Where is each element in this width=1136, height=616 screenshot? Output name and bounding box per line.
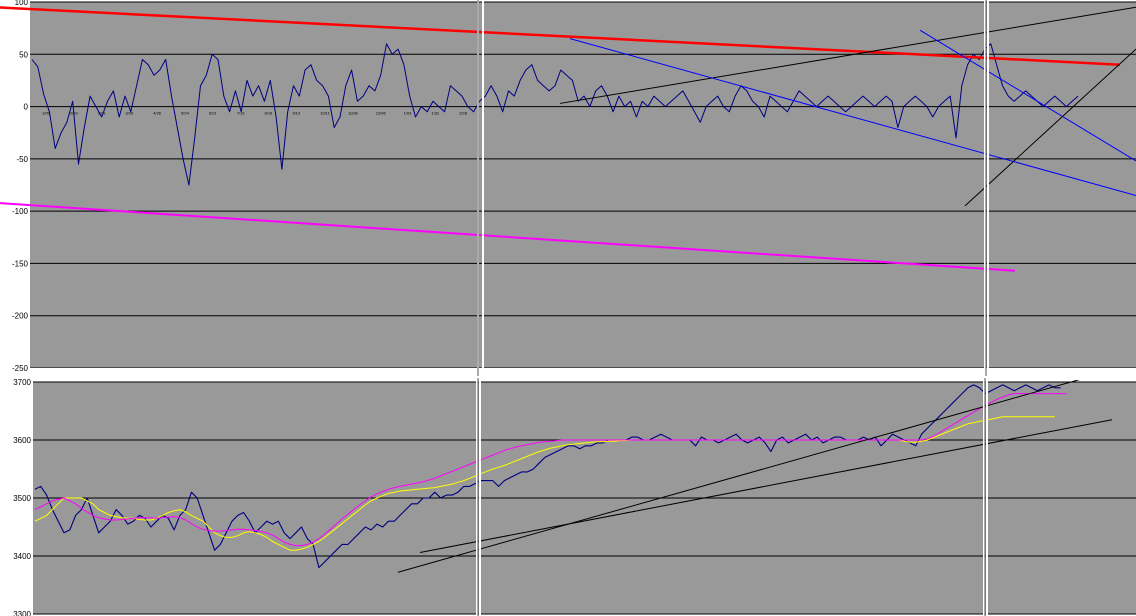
y-tick-label: 3700 [13, 378, 31, 387]
x-tick-label: 5/24 [181, 111, 190, 116]
x-tick-label: 8/16 [265, 111, 274, 116]
x-tick-label: 1/31 [431, 111, 440, 116]
x-tick-label: 10/11 [320, 111, 330, 116]
x-tick-label: 1/03 [404, 111, 413, 116]
y-tick-label: 3500 [13, 494, 31, 503]
chart-canvas: 100500-50-100-150-200-2501/05 2/03 3/01 3/2… [0, 0, 1136, 616]
panel-gap [30, 368, 1136, 380]
y-tick-label: -100 [12, 207, 29, 216]
x-tick-label: 3/29 [125, 111, 134, 116]
y-tick-label: -150 [12, 259, 29, 268]
y-tick-label: 3400 [13, 552, 31, 561]
x-tick-label: 2/28 [459, 111, 468, 116]
price-chart: 3700 3600 3500 3400 3300 [13, 369, 1136, 616]
oscillator-chart: 100500-50-100-150-200-2501/05 2/03 3/01 3/2… [0, 0, 1136, 373]
y-tick-label: -250 [12, 364, 29, 373]
y-tick-label: 3600 [13, 436, 31, 445]
x-tick-label: 12/06 [376, 111, 387, 116]
y-tick-label: -50 [16, 155, 28, 164]
y-tick-label: 100 [15, 0, 29, 7]
x-tick-label: 4/26 [153, 111, 162, 116]
x-tick-label: 6/21 [209, 111, 218, 116]
y-tick-label: 0 [24, 103, 29, 112]
x-tick-label: 9/13 [292, 111, 301, 116]
x-tick-label: 11/08 [348, 111, 358, 116]
y-tick-label: -200 [12, 312, 29, 321]
y-tick-label: 50 [19, 50, 28, 59]
y-tick-label: 3300 [13, 610, 31, 616]
